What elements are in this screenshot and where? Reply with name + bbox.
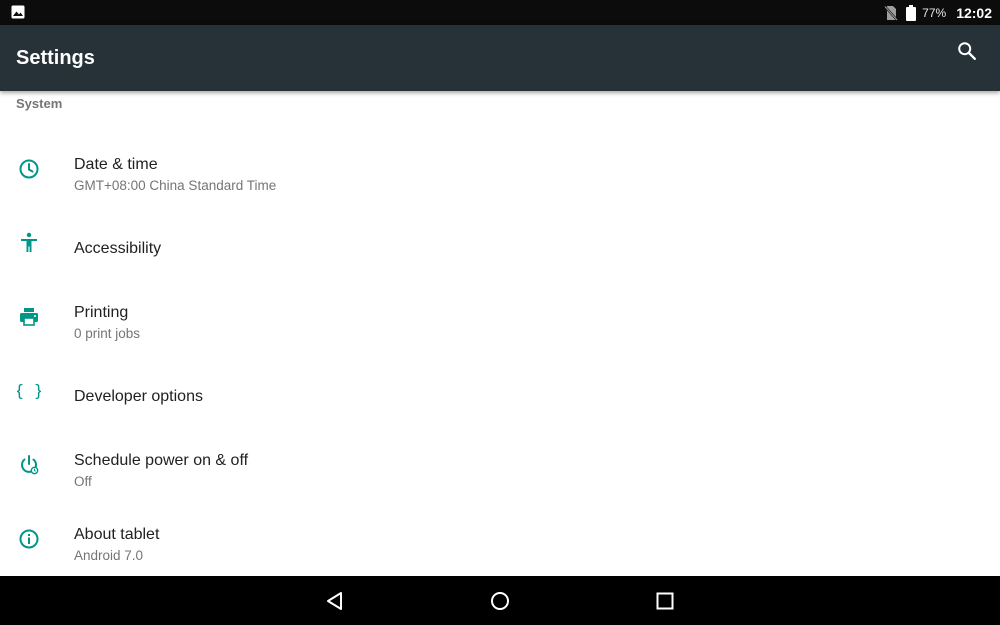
setting-label: Date & time <box>74 156 158 173</box>
section-header-system: System <box>16 96 63 111</box>
print-icon <box>16 304 42 330</box>
setting-item-accessibility[interactable]: Accessibility <box>0 206 1000 280</box>
page-title: Settings <box>16 47 95 69</box>
setting-summary: Android 7.0 <box>74 548 144 563</box>
settings-list: System Date & time GMT+08:00 China Stand… <box>0 91 1000 576</box>
info-icon <box>16 526 42 552</box>
back-icon <box>327 592 342 610</box>
recents-icon <box>656 592 674 610</box>
setting-label: Accessibility <box>74 240 162 257</box>
image-icon <box>11 5 25 19</box>
back-button[interactable] <box>322 588 348 614</box>
battery-icon <box>906 4 917 21</box>
navigation-bar <box>0 576 1000 625</box>
search-icon <box>958 42 976 60</box>
braces-icon: { } <box>16 378 42 404</box>
status-indicators: 77% 12:02 <box>884 0 992 25</box>
home-icon <box>491 592 509 610</box>
accessibility-icon <box>16 230 42 256</box>
setting-label: Developer options <box>74 388 203 405</box>
setting-summary: 0 print jobs <box>74 326 141 341</box>
clock: 12:02 <box>956 4 992 21</box>
setting-item-date-time[interactable]: Date & time GMT+08:00 China Standard Tim… <box>0 132 1000 206</box>
setting-item-printing[interactable]: Printing 0 print jobs <box>0 280 1000 354</box>
setting-summary: GMT+08:00 China Standard Time <box>74 178 277 193</box>
setting-label: Schedule power on & off <box>74 452 249 469</box>
home-button[interactable] <box>487 588 513 614</box>
setting-summary: Off <box>74 474 92 489</box>
clock-icon <box>16 156 42 182</box>
no-sim-icon <box>884 5 898 21</box>
svg-text:{ }: { } <box>17 381 41 400</box>
setting-label: About tablet <box>74 526 160 543</box>
setting-item-about-tablet[interactable]: About tablet Android 7.0 <box>0 502 1000 576</box>
setting-label: Printing <box>74 304 129 321</box>
recents-button[interactable] <box>652 588 678 614</box>
status-bar: 77% 12:02 <box>0 0 1000 25</box>
search-button[interactable] <box>950 34 984 68</box>
power-schedule-icon <box>16 452 42 478</box>
setting-item-schedule-power[interactable]: Schedule power on & off Off <box>0 428 1000 502</box>
setting-item-developer-options[interactable]: { } Developer options <box>0 354 1000 428</box>
battery-percentage: 77% <box>922 5 947 20</box>
app-bar: Settings <box>0 25 1000 91</box>
